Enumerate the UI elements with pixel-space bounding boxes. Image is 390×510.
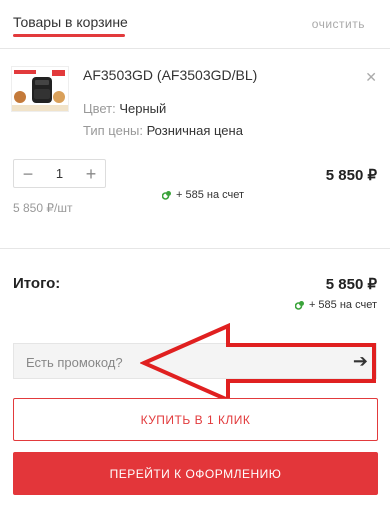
line-total-price: 5 850 ₽ — [325, 167, 377, 184]
item-bonus-text: + 585 на счет — [176, 189, 245, 201]
product-thumbnail[interactable] — [11, 66, 69, 112]
buy-one-click-button[interactable]: КУПИТЬ В 1 КЛИК — [13, 398, 378, 441]
close-icon[interactable]: ✕ — [365, 69, 377, 86]
total-bonus: + 585 на счет — [294, 299, 377, 311]
price-type-label: Тип цены: — [83, 123, 143, 138]
product-color-row: Цвет: Черный — [83, 101, 166, 116]
total-label: Итого: — [13, 275, 61, 292]
product-price-type-row: Тип цены: Розничная цена — [83, 123, 243, 138]
total-price: 5 850 ₽ — [325, 276, 377, 293]
unit-price: 5 850 ₽/шт — [13, 201, 73, 215]
quantity-value[interactable]: 1 — [56, 166, 63, 181]
quantity-stepper[interactable]: − 1 + — [13, 159, 106, 188]
color-label: Цвет: — [83, 101, 116, 116]
active-tab-underline — [13, 34, 125, 37]
annotation-arrow-icon — [140, 322, 376, 404]
price-type-value: Розничная цена — [146, 123, 243, 138]
item-bonus: + 585 на счет — [162, 189, 244, 201]
cart-title: Товары в корзине — [13, 14, 128, 30]
total-bonus-text: + 585 на счет — [308, 299, 377, 311]
cart-header: Товары в корзине очистить — [0, 0, 390, 48]
clear-cart-button[interactable]: очистить — [312, 17, 365, 31]
minus-icon[interactable]: − — [14, 165, 42, 183]
color-value: Черный — [119, 101, 167, 116]
product-name[interactable]: AF3503GD (AF3503GD/BL) — [83, 67, 257, 83]
bonus-coins-icon — [294, 301, 304, 310]
plus-icon[interactable]: + — [77, 165, 105, 183]
divider — [0, 48, 390, 49]
bonus-coins-icon — [162, 191, 171, 200]
divider — [0, 248, 390, 249]
checkout-button[interactable]: ПЕРЕЙТИ К ОФОРМЛЕНИЮ — [13, 452, 378, 495]
